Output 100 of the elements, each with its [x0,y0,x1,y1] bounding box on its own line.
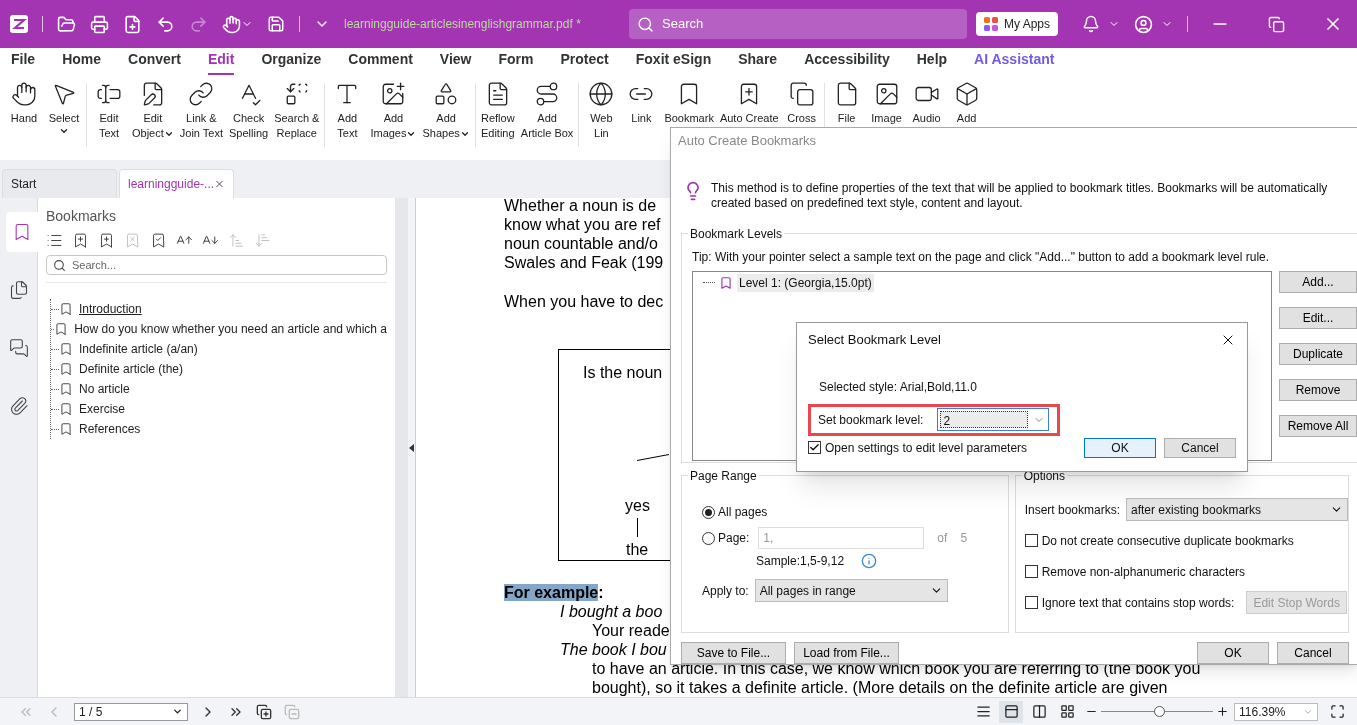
bookmark-item[interactable]: References [79,420,141,438]
connector-line [637,454,669,461]
ribbon-button[interactable]: Add Text [327,81,368,141]
restore-icon[interactable] [1268,15,1285,33]
ribbon-button[interactable]: Add Article Box [517,81,577,141]
menu-tab[interactable]: Foxit eSign [635,49,712,75]
checkbox-label: Remove non-alphanumeric characters [1041,563,1246,581]
ribbon-button[interactable]: Reflow Editing [477,81,518,141]
ribbon-button[interactable]: Edit Object [129,81,177,141]
menu-tab[interactable]: Share [738,49,778,75]
slider-thumb[interactable] [1154,706,1166,717]
bookmark-plus-icon[interactable] [72,232,89,249]
ribbon-button[interactable]: Edit Text [89,81,129,141]
bookmark-item[interactable]: Indefinite article (a/an) [79,340,198,358]
checkbox[interactable] [808,441,821,454]
menu-tab[interactable]: Help [916,49,948,75]
level-action-button[interactable]: Duplicate [1279,342,1357,365]
document-tab[interactable]: learningguide-... [119,169,234,198]
document-tab[interactable]: Start [2,169,117,198]
zoom-slider[interactable] [1101,705,1213,718]
bookmark-item[interactable]: Definite article (the) [79,360,184,378]
menu-tab[interactable]: AI Assistant [974,49,1055,75]
menu-tab[interactable]: Home [62,49,102,75]
info-icon[interactable] [861,553,878,569]
bookmark-check-icon[interactable] [150,232,167,249]
bell-icon[interactable] [1082,15,1100,33]
footer-button[interactable]: Save to File... [681,642,786,664]
insert-select[interactable]: after existing bookmarks [1126,498,1348,521]
user-icon[interactable] [1134,14,1153,34]
ribbon-button[interactable]: Hand [4,81,44,126]
level-action-button[interactable]: Remove [1279,378,1357,401]
level-action-button[interactable]: Remove All [1279,414,1357,437]
fullscreen-icon[interactable] [1330,704,1345,719]
bookmark-plus-icon[interactable] [98,232,115,249]
hand-icon[interactable] [222,14,241,34]
ribbon-button[interactable]: Bookmark [661,81,717,126]
level-action-button[interactable]: Add... [1279,270,1357,293]
ribbon-button[interactable]: Auto Create [716,81,782,126]
ribbon-button[interactable]: Add [946,81,987,126]
ribbon-button[interactable]: Link [621,81,662,126]
footer-button[interactable]: OK [1197,642,1269,664]
undo-icon[interactable] [156,14,175,34]
dialog-title: Auto Create Bookmarks [678,132,817,150]
footer-button[interactable]: Cancel [1277,642,1349,664]
zoom-field[interactable]: 116.39% [1234,702,1318,721]
apply-select[interactable]: All pages in range [754,579,948,602]
ribbon-button[interactable]: Image [866,81,907,126]
menu-tab[interactable]: Accessibility [804,49,890,75]
image-plus-icon [380,81,407,107]
menu-tab[interactable]: Comment [348,49,413,75]
bookmark-item[interactable]: No article [79,380,130,398]
bookmark-item[interactable]: Introduction [79,300,142,318]
ribbon-button[interactable]: Check Spelling [226,81,272,141]
search-field[interactable]: Search... [46,255,387,275]
ribbon-button[interactable]: Link & Join Text [176,81,226,141]
dialog-button[interactable]: OK [1084,437,1156,458]
ribbon-button[interactable]: Web Lin [581,81,622,141]
footer-button[interactable]: Load from File... [794,642,899,664]
new-file-icon[interactable] [123,14,142,34]
explanation-text: bought), so it takes a definite article. (More details on the definite article are given [592,678,1168,697]
checkbox[interactable] [1024,565,1038,578]
save-icon[interactable] [267,15,285,33]
search-field[interactable]: Search [629,9,967,39]
menu-tab[interactable]: View [439,49,472,75]
menu-tab[interactable]: Form [498,49,534,75]
checkbox[interactable] [1024,596,1038,609]
radio-button[interactable] [702,531,715,545]
folder-icon[interactable] [57,14,76,34]
ribbon-button[interactable]: Select [44,81,84,136]
ribbon-button[interactable]: Add Images [367,81,420,141]
level-item[interactable]: Level 1: (Georgia,15.0pt) [737,273,874,292]
menu-tab[interactable]: Protect [560,49,609,75]
ribbon-button[interactable]: Audio [906,81,947,126]
bookmark-item[interactable]: Exercise [79,400,125,418]
dialog-button[interactable]: Cancel [1164,437,1236,458]
ribbon-button[interactable]: Cross [781,81,822,126]
ribbon-button[interactable]: Add Shapes [419,81,473,141]
scrollbar[interactable] [395,198,408,697]
page-count: 5 [960,530,968,547]
menu-tab[interactable]: Convert [128,49,181,75]
list-icon[interactable] [46,232,63,249]
zoom-in-icon[interactable] [1216,705,1229,718]
menu-tab[interactable]: Edit [207,49,235,75]
bookmark-icon [59,382,73,396]
radio-label: Page: [718,530,750,547]
page-field[interactable]: 1 / 5 [74,702,188,721]
menu-tab[interactable]: Organize [261,49,322,75]
bookmark-item[interactable]: How do you know whether you need an article and which a [74,320,387,338]
view-mode-button[interactable] [999,700,1023,723]
ribbon-button[interactable]: Search & Replace [271,81,323,141]
app-logo-icon[interactable] [10,15,28,33]
radio-button[interactable] [702,505,715,519]
level-select[interactable]: 2 [937,408,1050,431]
level-action-button[interactable]: Edit... [1279,306,1357,329]
printer-icon[interactable] [90,14,109,34]
menu-tab[interactable]: File [11,49,36,75]
previous-view-icon[interactable] [256,703,272,720]
checkbox[interactable] [1024,534,1038,547]
apps-button[interactable]: My Apps [975,12,1058,36]
ribbon-button[interactable]: File [826,81,867,126]
